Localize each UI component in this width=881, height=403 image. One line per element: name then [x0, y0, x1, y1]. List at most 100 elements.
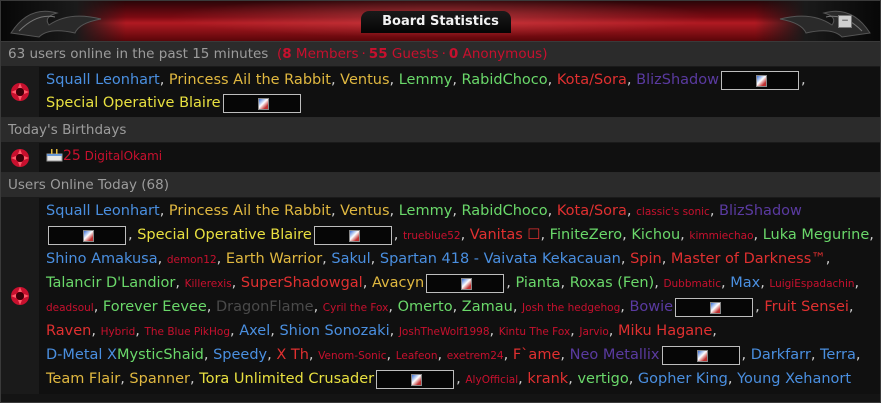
- user-link[interactable]: Ventus: [340, 72, 389, 88]
- user-link[interactable]: Terra: [820, 347, 856, 363]
- online-today-list: Squall Leonhart, Princess Ail the Rabbit…: [39, 198, 880, 394]
- user-link[interactable]: krank: [527, 371, 568, 387]
- user-link[interactable]: Killerexis: [185, 278, 232, 290]
- user-link[interactable]: Zamau: [462, 299, 513, 315]
- user-link[interactable]: F`ame: [513, 347, 561, 363]
- user-link[interactable]: vertigo: [577, 371, 628, 387]
- user-link[interactable]: Squall Leonhart: [46, 203, 160, 219]
- separator-comma: ,: [869, 227, 874, 243]
- user-link[interactable]: AlyOfficial: [465, 374, 518, 386]
- user-link[interactable]: Jarvio: [579, 326, 608, 338]
- user-link[interactable]: Kota/Sora: [557, 203, 627, 219]
- user-link[interactable]: BlizShadow: [719, 203, 802, 219]
- user-link[interactable]: Sakul: [331, 251, 370, 267]
- user-link[interactable]: RabidChoco: [462, 72, 548, 88]
- user-link[interactable]: Gopher King: [638, 371, 728, 387]
- user-link[interactable]: Bowie: [629, 299, 673, 315]
- separator-comma: ,: [680, 227, 690, 243]
- user-link[interactable]: LuigiEspadachin: [769, 278, 854, 290]
- birthday-entry[interactable]: 25 DigitalOkami: [63, 148, 162, 164]
- user-link[interactable]: Young Xehanort: [737, 371, 851, 387]
- user-link[interactable]: Forever Eevee: [103, 299, 207, 315]
- separator-comma: ,: [230, 323, 240, 339]
- user-link[interactable]: SuperShadowgal: [241, 275, 363, 291]
- user-link[interactable]: Roxas (Fen): [570, 275, 654, 291]
- separator-comma: ,: [452, 72, 462, 88]
- user-link[interactable]: Princess Ail the Rabbit: [169, 203, 331, 219]
- separator-comma: ,: [203, 347, 214, 363]
- user-link[interactable]: Master of Darkness™: [671, 251, 826, 267]
- row-icon-cell: [1, 143, 39, 172]
- user-link[interactable]: Kintu The Fox: [499, 326, 570, 338]
- user-link[interactable]: Shion Sonozaki: [279, 323, 389, 339]
- user-link[interactable]: Vanitas ☐: [470, 227, 541, 243]
- user-link[interactable]: Lemmy: [399, 72, 453, 88]
- user-link[interactable]: demon12: [167, 254, 217, 266]
- birthdays-header: Today's Birthdays: [1, 118, 880, 143]
- user-link[interactable]: The Blue PikHog: [144, 326, 230, 338]
- user-link[interactable]: Avacyn: [372, 275, 424, 291]
- birthday-age: 25: [63, 148, 81, 164]
- user-link[interactable]: Josh the hedgehog: [522, 302, 620, 314]
- user-link[interactable]: D-Metal X: [46, 347, 117, 363]
- user-link[interactable]: Luka Megurine: [763, 227, 870, 243]
- user-link[interactable]: Cyril the Fox: [323, 302, 389, 314]
- user-link[interactable]: trueblue52: [403, 230, 461, 242]
- user-link[interactable]: RabidChoco: [462, 203, 548, 219]
- user-link[interactable]: Speedy: [213, 347, 267, 363]
- user-link[interactable]: Fruit Sensei: [764, 299, 849, 315]
- user-link[interactable]: Talancir D'Landior: [46, 275, 175, 291]
- user-link[interactable]: Princess Ail the Rabbit: [169, 72, 331, 88]
- user-link[interactable]: Spin: [630, 251, 662, 267]
- user-link[interactable]: Shino Amakusa: [46, 251, 158, 267]
- user-link[interactable]: Leafeon: [396, 350, 438, 362]
- members-count: 8: [282, 46, 292, 62]
- user-link[interactable]: Special Operative Blaire: [137, 227, 312, 243]
- user-link[interactable]: MysticShaid: [117, 347, 204, 363]
- user-link[interactable]: Kota/Sora: [557, 72, 627, 88]
- user-link[interactable]: Axel: [239, 323, 270, 339]
- separator-comma: ,: [267, 347, 277, 363]
- user-link[interactable]: Team Flair: [46, 371, 120, 387]
- user-link[interactable]: Pianta: [515, 275, 560, 291]
- user-link[interactable]: Venom-Sonic: [318, 350, 386, 362]
- separator-comma: ,: [854, 275, 860, 291]
- user-link[interactable]: Hybrid: [101, 326, 136, 338]
- separator-comma: ,: [189, 371, 200, 387]
- separator-comma: ,: [547, 72, 557, 88]
- user-link[interactable]: Earth Warrior: [226, 251, 322, 267]
- hidden-user-badge-icon: [710, 301, 722, 314]
- user-link[interactable]: Darkfarr: [751, 347, 811, 363]
- collapse-button[interactable]: −: [838, 15, 852, 28]
- user-link[interactable]: Omerto: [398, 299, 453, 315]
- user-link[interactable]: X Th: [276, 347, 309, 363]
- user-link[interactable]: Miku Hagane: [618, 323, 712, 339]
- user-link[interactable]: Neo Metallix: [570, 347, 660, 363]
- online-summary-text: 63 users online in the past 15 minutes: [8, 46, 269, 62]
- user-link[interactable]: classic's sonic: [636, 206, 710, 218]
- user-link[interactable]: exetrem24: [447, 350, 504, 362]
- user-link[interactable]: DragonFlame: [216, 299, 314, 315]
- members-label: Members: [295, 46, 359, 62]
- user-link[interactable]: JoshTheWolf1998: [399, 326, 490, 338]
- user-link[interactable]: BlizShadow: [636, 72, 719, 88]
- user-link[interactable]: Special Operative Blaire: [46, 95, 221, 111]
- separator-comma: ,: [370, 251, 380, 267]
- user-link[interactable]: deadsoul: [46, 302, 94, 314]
- user-link[interactable]: Tora Unlimited Crusader: [199, 371, 374, 387]
- user-link[interactable]: Ventus: [340, 203, 389, 219]
- separator-comma: ,: [386, 347, 396, 363]
- user-link[interactable]: Kichou: [631, 227, 680, 243]
- user-link[interactable]: Raven: [46, 323, 91, 339]
- separator-comma: ,: [620, 251, 631, 267]
- user-link[interactable]: FiniteZero: [550, 227, 623, 243]
- user-link[interactable]: Spanner: [129, 371, 190, 387]
- user-link[interactable]: Squall Leonhart: [46, 72, 160, 88]
- separator-comma: ,: [489, 323, 499, 339]
- user-link[interactable]: Spartan 418 - Vaivata Kekacauan: [380, 251, 621, 267]
- user-link[interactable]: kimmiechao: [689, 230, 753, 242]
- user-link[interactable]: Dubbmatic: [663, 278, 721, 290]
- user-link[interactable]: Max: [730, 275, 760, 291]
- hidden-user-badge: [222, 93, 301, 113]
- user-link[interactable]: Lemmy: [399, 203, 453, 219]
